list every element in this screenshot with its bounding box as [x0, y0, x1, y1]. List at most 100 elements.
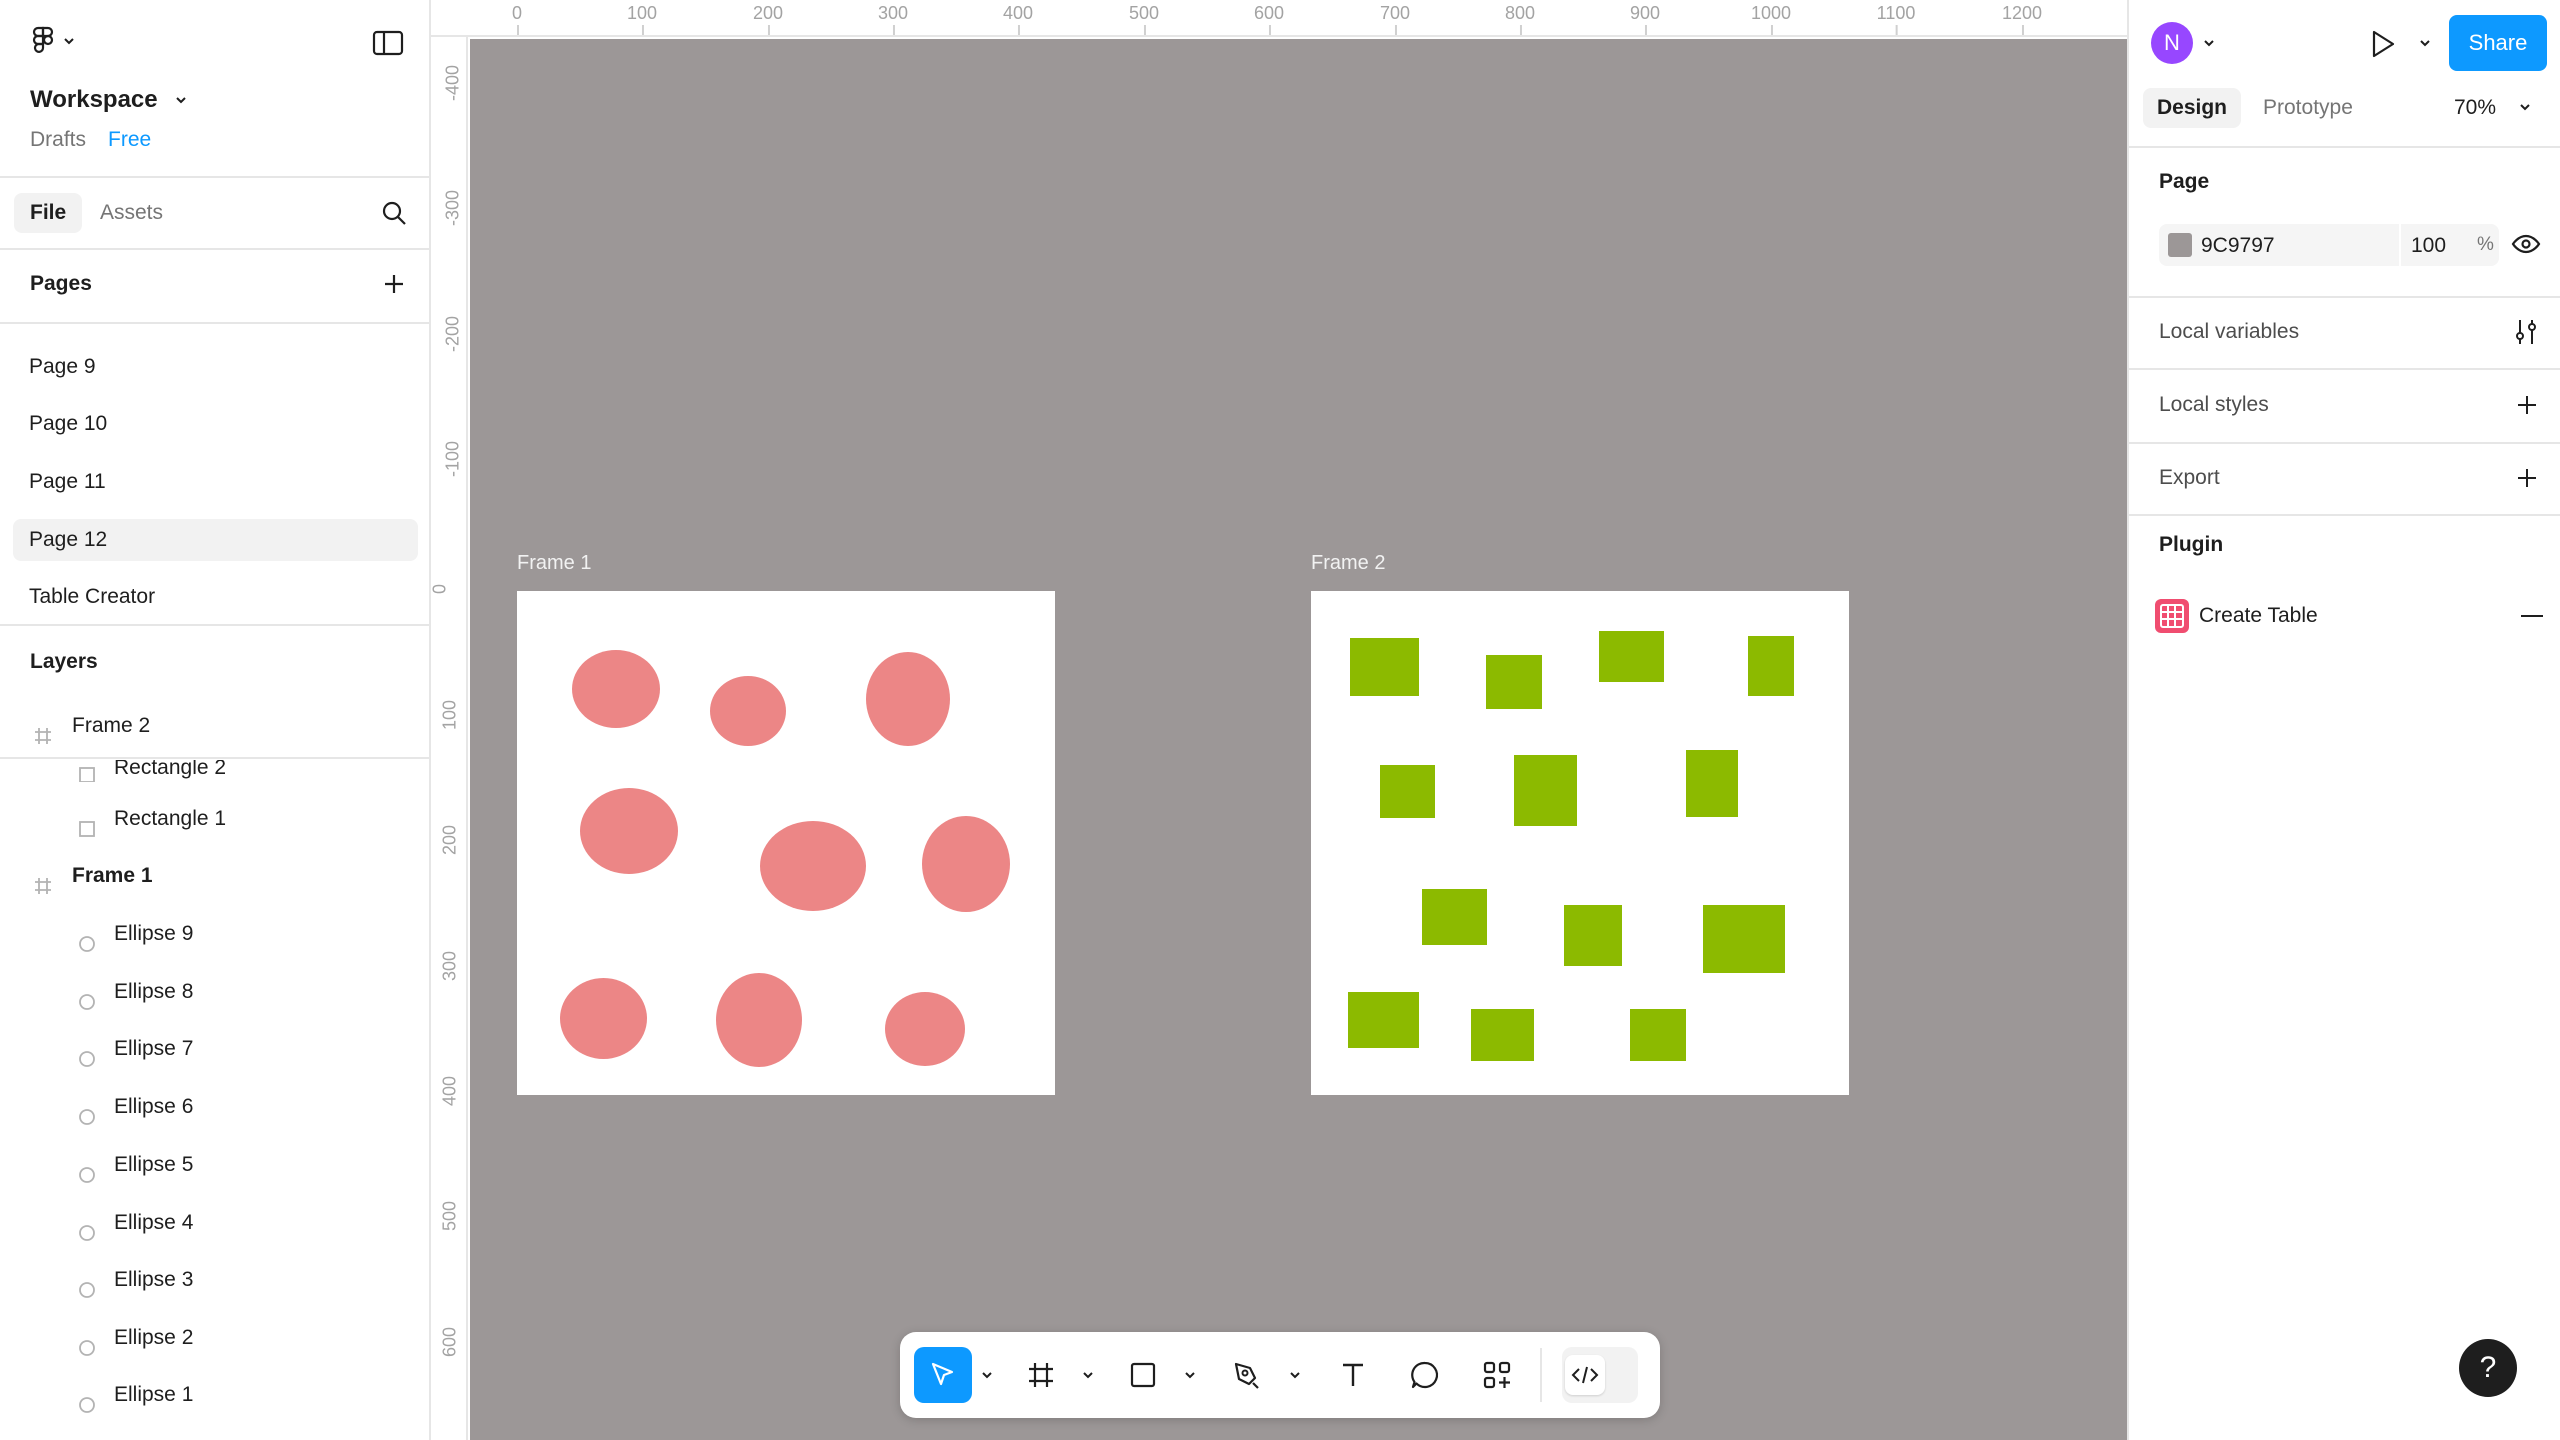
ellipse-shape[interactable] [580, 788, 678, 874]
layer-rectangle-1[interactable]: Rectangle 1 [0, 797, 429, 841]
layer-ellipse[interactable]: Ellipse 2 [0, 1316, 429, 1360]
workspace-name[interactable]: Workspace [30, 86, 158, 114]
rectangle-shape[interactable] [1380, 765, 1435, 818]
search-icon[interactable] [380, 199, 408, 227]
rectangle-shape[interactable] [1599, 631, 1664, 682]
dev-mode-toggle[interactable] [1562, 1347, 1638, 1403]
layer-frame-1[interactable]: Frame 1 [0, 854, 429, 898]
rectangle-shape[interactable] [1422, 889, 1487, 945]
frame-1-label[interactable]: Frame 1 [517, 552, 591, 575]
chevron-down-icon[interactable] [980, 1370, 994, 1380]
layer-ellipse[interactable]: Ellipse 7 [0, 1027, 429, 1071]
tab-design[interactable]: Design [2143, 88, 2242, 128]
chevron-down-icon[interactable] [2519, 102, 2531, 112]
color-swatch[interactable] [2168, 233, 2192, 257]
layer-ellipse[interactable]: Ellipse 3 [0, 1258, 429, 1302]
local-styles-label[interactable]: Local styles [2159, 393, 2269, 417]
drafts-link[interactable]: Drafts [30, 128, 86, 152]
layer-ellipse[interactable]: Ellipse 8 [0, 970, 429, 1014]
rectangle-shape[interactable] [1348, 992, 1419, 1048]
tab-prototype[interactable]: Prototype [2249, 88, 2367, 128]
chevron-down-icon[interactable] [1183, 1370, 1197, 1380]
eye-icon[interactable] [2511, 232, 2541, 256]
add-export-icon[interactable] [2515, 466, 2539, 490]
ellipse-shape[interactable] [760, 821, 866, 911]
table-plugin-icon[interactable] [2154, 598, 2190, 634]
ruler-tick: 400 [439, 1075, 460, 1107]
ellipse-shape[interactable] [885, 992, 965, 1066]
rectangle-shape[interactable] [1630, 1009, 1686, 1061]
actions-tool-button[interactable] [1474, 1347, 1520, 1403]
ellipse-shape[interactable] [716, 973, 802, 1067]
rectangle-shape[interactable] [1703, 905, 1785, 973]
page-opacity-value[interactable]: 100 [2411, 234, 2446, 258]
figma-logo-icon[interactable] [30, 26, 56, 58]
divider [0, 322, 429, 324]
layer-ellipse[interactable]: Ellipse 1 [0, 1373, 429, 1417]
shape-tool-button[interactable] [1120, 1347, 1166, 1403]
rectangle-shape[interactable] [1350, 638, 1419, 696]
frame-2[interactable] [1311, 591, 1849, 1095]
page-item[interactable]: Page 9 [13, 346, 418, 388]
share-button[interactable]: Share [2449, 15, 2547, 71]
page-color-hex[interactable]: 9C9797 [2201, 234, 2275, 258]
ellipse-shape[interactable] [572, 650, 660, 728]
layer-frame-2[interactable]: Frame 2 [0, 704, 429, 748]
remove-plugin-icon[interactable] [2521, 615, 2543, 617]
components-plus-icon [1483, 1361, 1511, 1389]
workspace-chevron-icon[interactable] [175, 95, 187, 105]
zoom-level[interactable]: 70% [2454, 96, 2496, 120]
export-label[interactable]: Export [2159, 466, 2220, 490]
ellipse-shape[interactable] [560, 978, 647, 1059]
layer-ellipse[interactable]: Ellipse 5 [0, 1143, 429, 1187]
chevron-down-icon[interactable] [1081, 1370, 1095, 1380]
plugin-section-title: Plugin [2159, 533, 2224, 556]
rectangle-shape[interactable] [1686, 750, 1738, 817]
chevron-down-icon[interactable] [2203, 38, 2215, 48]
comment-tool-button[interactable] [1402, 1347, 1448, 1403]
rectangle-shape[interactable] [1514, 755, 1577, 826]
chevron-down-icon[interactable] [63, 36, 75, 46]
frame-2-label[interactable]: Frame 2 [1311, 552, 1385, 575]
page-color-field[interactable]: 9C9797 100 % [2159, 224, 2499, 266]
present-play-icon[interactable] [2369, 29, 2397, 59]
help-button[interactable]: ? [2459, 1339, 2517, 1397]
add-page-icon[interactable] [382, 272, 406, 296]
frame-tool-button[interactable] [1018, 1347, 1064, 1403]
move-tool-button[interactable] [914, 1347, 972, 1403]
sliders-icon[interactable] [2513, 318, 2539, 346]
field-separator [2399, 224, 2401, 266]
chevron-down-icon[interactable] [2419, 38, 2431, 48]
rectangle-shape[interactable] [1486, 655, 1542, 709]
layer-ellipse[interactable]: Ellipse 4 [0, 1201, 429, 1245]
sidebar-toggle-icon[interactable] [372, 30, 404, 56]
layer-rectangle-2[interactable]: Rectangle 2 [0, 760, 429, 782]
add-style-icon[interactable] [2515, 393, 2539, 417]
layer-ellipse[interactable]: Ellipse 9 [0, 912, 429, 956]
frame-1[interactable] [517, 591, 1055, 1095]
tab-file[interactable]: File [14, 193, 83, 233]
user-avatar[interactable]: N [2151, 22, 2193, 64]
pen-tool-button[interactable] [1224, 1347, 1270, 1403]
tab-assets[interactable]: Assets [100, 193, 163, 233]
ellipse-shape[interactable] [866, 652, 950, 746]
rectangle-shape[interactable] [1748, 636, 1794, 696]
page-item-selected[interactable]: Page 12 [13, 519, 418, 561]
page-item[interactable]: Page 11 [13, 461, 418, 503]
ruler-tick: 100 [626, 3, 658, 35]
design-canvas[interactable]: Frame 1 Frame 2 [470, 39, 2127, 1440]
page-item[interactable]: Page 10 [13, 403, 418, 445]
local-variables-label[interactable]: Local variables [2159, 320, 2299, 344]
ellipse-icon [78, 983, 96, 1010]
ellipse-shape[interactable] [710, 676, 786, 746]
frame-icon [34, 867, 52, 894]
chevron-down-icon[interactable] [1288, 1370, 1302, 1380]
plugin-name[interactable]: Create Table [2199, 604, 2318, 628]
text-tool-button[interactable] [1330, 1347, 1376, 1403]
ellipse-shape[interactable] [922, 816, 1010, 912]
rectangle-shape[interactable] [1564, 905, 1622, 966]
rectangle-shape[interactable] [1471, 1009, 1534, 1061]
layer-ellipse[interactable]: Ellipse 6 [0, 1085, 429, 1129]
page-item[interactable]: Table Creator [13, 576, 418, 618]
ruler-tick: 500 [1128, 3, 1160, 35]
